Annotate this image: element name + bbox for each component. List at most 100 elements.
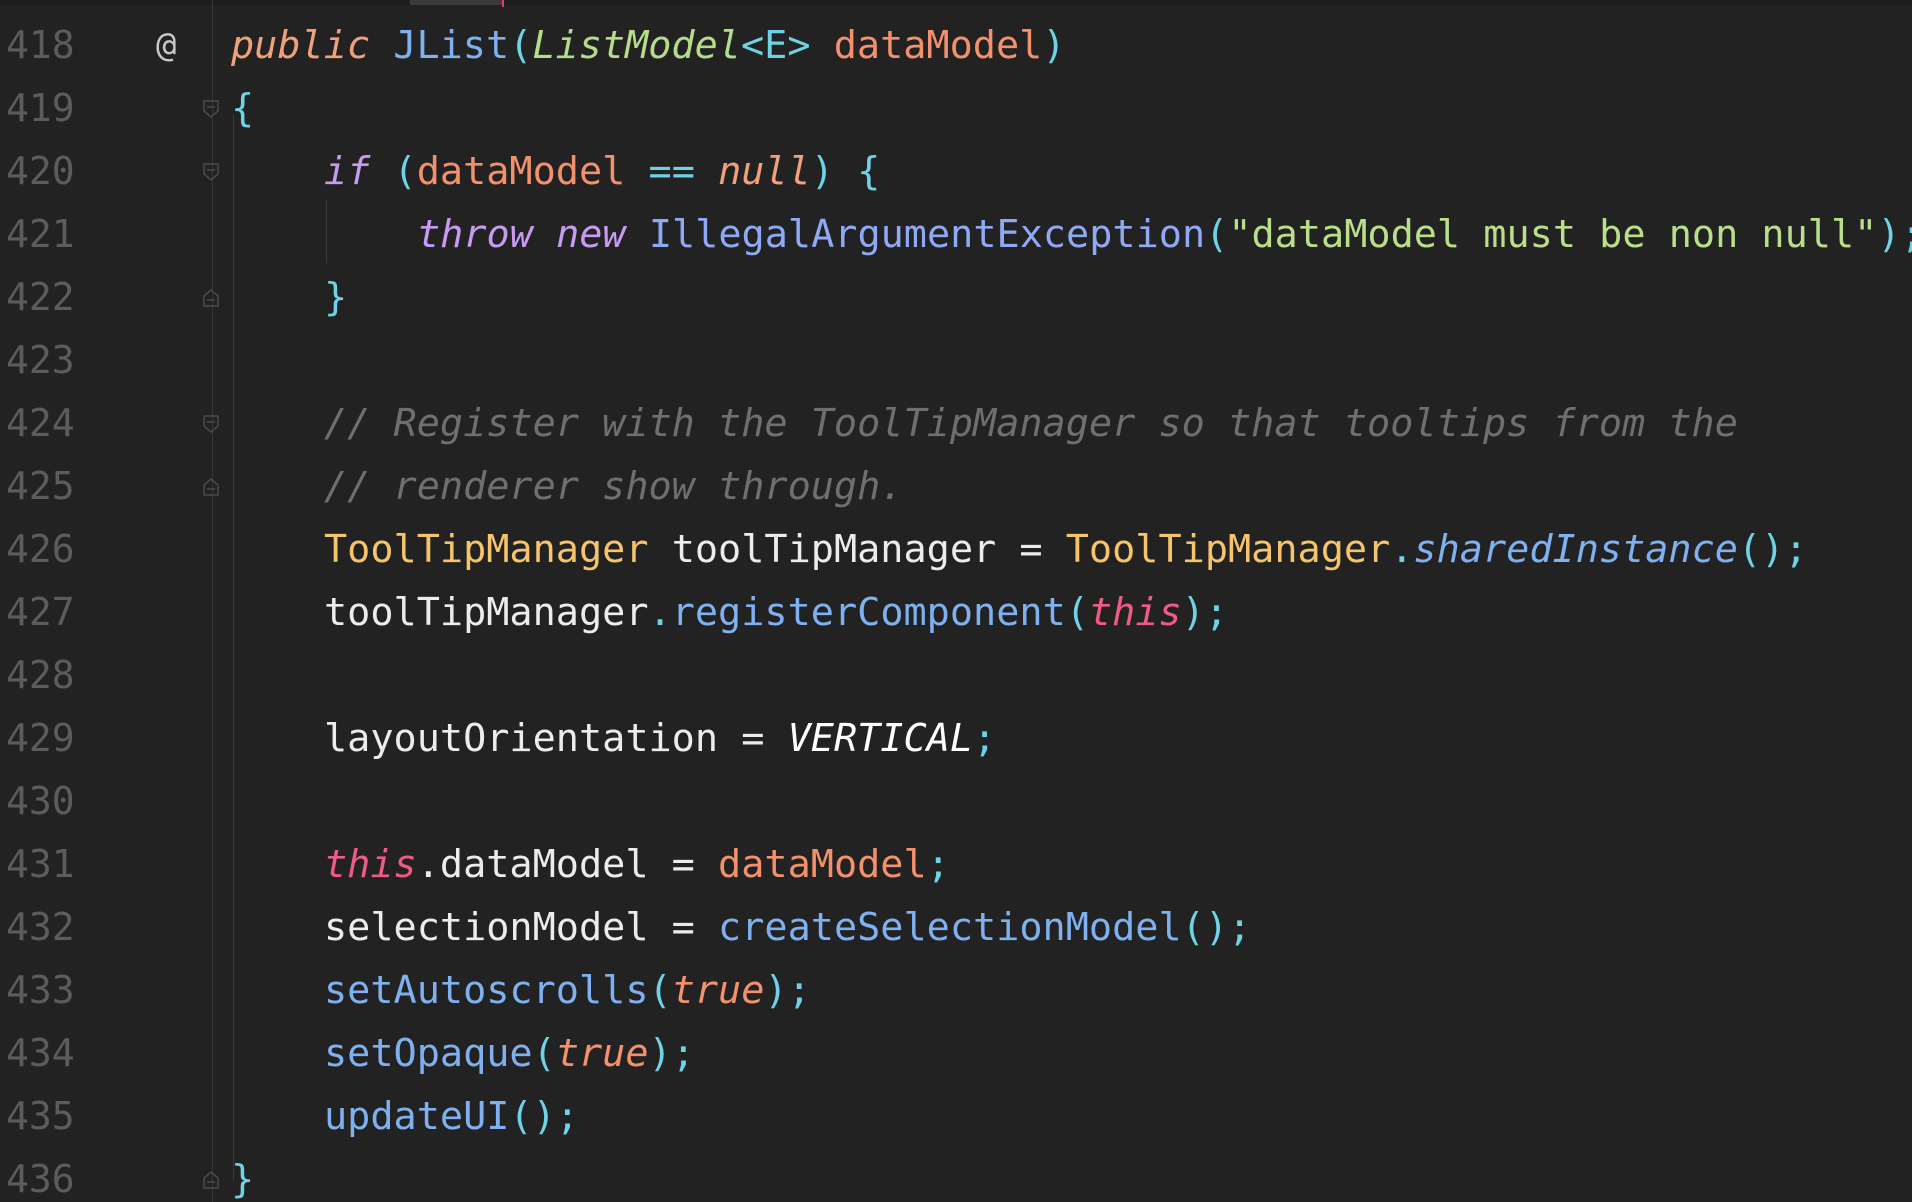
fold-close-icon[interactable] [202, 288, 220, 308]
token-type: ListModel [532, 23, 741, 68]
token-punctuation: . [1390, 527, 1414, 572]
code-line-433[interactable]: 433 setAutoscrolls(true); [0, 959, 1912, 1022]
token-punctuation: ( [370, 149, 417, 194]
token-variable: toolTipManager [324, 590, 649, 635]
line-number: 425 [6, 464, 75, 508]
code-content: layoutOrientation = VERTICAL; [324, 707, 996, 770]
code-line-419[interactable]: 419 { [0, 77, 1912, 140]
code-line-429[interactable]: 429 layoutOrientation = VERTICAL; [0, 707, 1912, 770]
token-method: registerComponent [671, 590, 1066, 635]
token-method: updateUI [324, 1094, 510, 1139]
code-content: this.dataModel = dataModel; [324, 833, 950, 896]
token-class: ToolTipManager [324, 527, 649, 572]
line-number: 423 [6, 338, 75, 382]
token-punctuation: ( [532, 1031, 556, 1076]
code-line-418[interactable]: 418 @ public JList(ListModel<E> dataMode… [0, 14, 1912, 77]
line-number: 427 [6, 590, 75, 634]
token-static-method: sharedInstance [1413, 527, 1738, 572]
code-content: selectionModel = createSelectionModel(); [324, 896, 1251, 959]
fold-open-icon[interactable] [202, 162, 220, 182]
code-line-424[interactable]: 424 // Register with the ToolTipManager … [0, 392, 1912, 455]
code-line-423[interactable]: 423 [0, 329, 1912, 392]
code-content: updateUI(); [324, 1085, 579, 1148]
token-punctuation: ); [1877, 212, 1912, 257]
token-this: this [324, 842, 417, 887]
token-field: selectionModel = [324, 905, 719, 950]
token-string: "dataModel must be non null" [1228, 212, 1878, 257]
token-generic: <E> [740, 23, 811, 68]
token-method: setAutoscrolls [324, 968, 649, 1013]
line-number: 429 [6, 716, 75, 760]
token-punctuation: . [648, 590, 672, 635]
line-number: 418 [6, 23, 75, 67]
code-content: ToolTipManager toolTipManager = ToolTipM… [324, 518, 1808, 581]
code-content: } [231, 1157, 255, 1202]
token-constructor: JList [393, 23, 510, 68]
token-punctuation: ) { [810, 149, 881, 194]
code-line-425[interactable]: 425 // renderer show through. [0, 455, 1912, 518]
token-this: this [1088, 590, 1182, 635]
token-variable: toolTipManager = [648, 527, 1066, 572]
scroll-position-marker[interactable] [410, 0, 502, 5]
code-content: if (dataModel == null) { [324, 140, 880, 203]
line-number: 424 [6, 401, 75, 445]
fold-close-icon[interactable] [202, 477, 220, 497]
code-line-420[interactable]: 420 if (dataModel == null) { [0, 140, 1912, 203]
code-line-435[interactable]: 435 updateUI(); [0, 1085, 1912, 1148]
code-content: setAutoscrolls(true); [324, 959, 811, 1022]
code-line-422[interactable]: 422 } [0, 266, 1912, 329]
code-line-434[interactable]: 434 setOpaque(true); [0, 1022, 1912, 1085]
code-line-421[interactable]: 421 throw new IllegalArgumentException("… [0, 203, 1912, 266]
editor-top-strip [0, 0, 1912, 5]
token-punctuation: ; [926, 842, 950, 887]
token-keyword: throw [417, 212, 533, 257]
caret-marker [502, 0, 504, 7]
line-number: 420 [6, 149, 75, 193]
line-number: 421 [6, 212, 75, 256]
token-keyword: new [556, 212, 626, 257]
token-null: null [718, 149, 811, 194]
code-line-426[interactable]: 426 ToolTipManager toolTipManager = Tool… [0, 518, 1912, 581]
code-line-436[interactable]: 436 } [0, 1148, 1912, 1202]
line-number: 419 [6, 86, 75, 130]
token-punctuation: ( [648, 968, 672, 1013]
code-line-432[interactable]: 432 selectionModel = createSelectionMode… [0, 896, 1912, 959]
token-punctuation: ) [1042, 23, 1066, 68]
token-parameter: dataModel [416, 149, 626, 194]
token-keyword: if [324, 149, 371, 194]
token-punctuation: ( [1205, 212, 1229, 257]
token-punctuation: (); [509, 1094, 579, 1139]
code-content: throw new IllegalArgumentException("data… [417, 203, 1912, 266]
code-content: { [231, 86, 255, 131]
code-line-427[interactable]: 427 toolTipManager.registerComponent(thi… [0, 581, 1912, 644]
code-line-430[interactable]: 430 [0, 770, 1912, 833]
code-editor[interactable]: 418 @ public JList ( ListModel<E> dataMode… [0, 0, 1912, 1202]
line-number: 436 [6, 1157, 75, 1201]
code-content: toolTipManager.registerComponent(this); [324, 581, 1228, 644]
fold-open-icon[interactable] [202, 414, 220, 434]
code-line-431[interactable]: 431 this.dataModel = dataModel; [0, 833, 1912, 896]
token-punctuation: ); [1181, 590, 1229, 635]
code-line-428[interactable]: 428 [0, 644, 1912, 707]
line-number: 422 [6, 275, 75, 319]
token-punctuation: ; [973, 716, 997, 761]
token-variable: layoutOrientation = [324, 716, 788, 761]
token-punctuation: (); [1737, 527, 1808, 572]
token-class: ToolTipManager [1065, 527, 1391, 572]
token-punctuation: ( [1065, 590, 1089, 635]
token-parameter: dataModel [833, 23, 1043, 68]
token-parameter: dataModel [718, 842, 927, 887]
token-operator: == [625, 149, 719, 194]
line-number: 431 [6, 842, 75, 886]
line-number: 434 [6, 1031, 75, 1075]
code-content: setOpaque(true); [324, 1022, 695, 1085]
override-annotation-icon[interactable]: @ [156, 14, 176, 77]
token-modifier: public [231, 23, 371, 68]
fold-open-icon[interactable] [202, 99, 220, 119]
fold-close-icon[interactable] [202, 1170, 220, 1190]
token-boolean: true [555, 1031, 649, 1076]
token-constant: VERTICAL [787, 716, 974, 761]
